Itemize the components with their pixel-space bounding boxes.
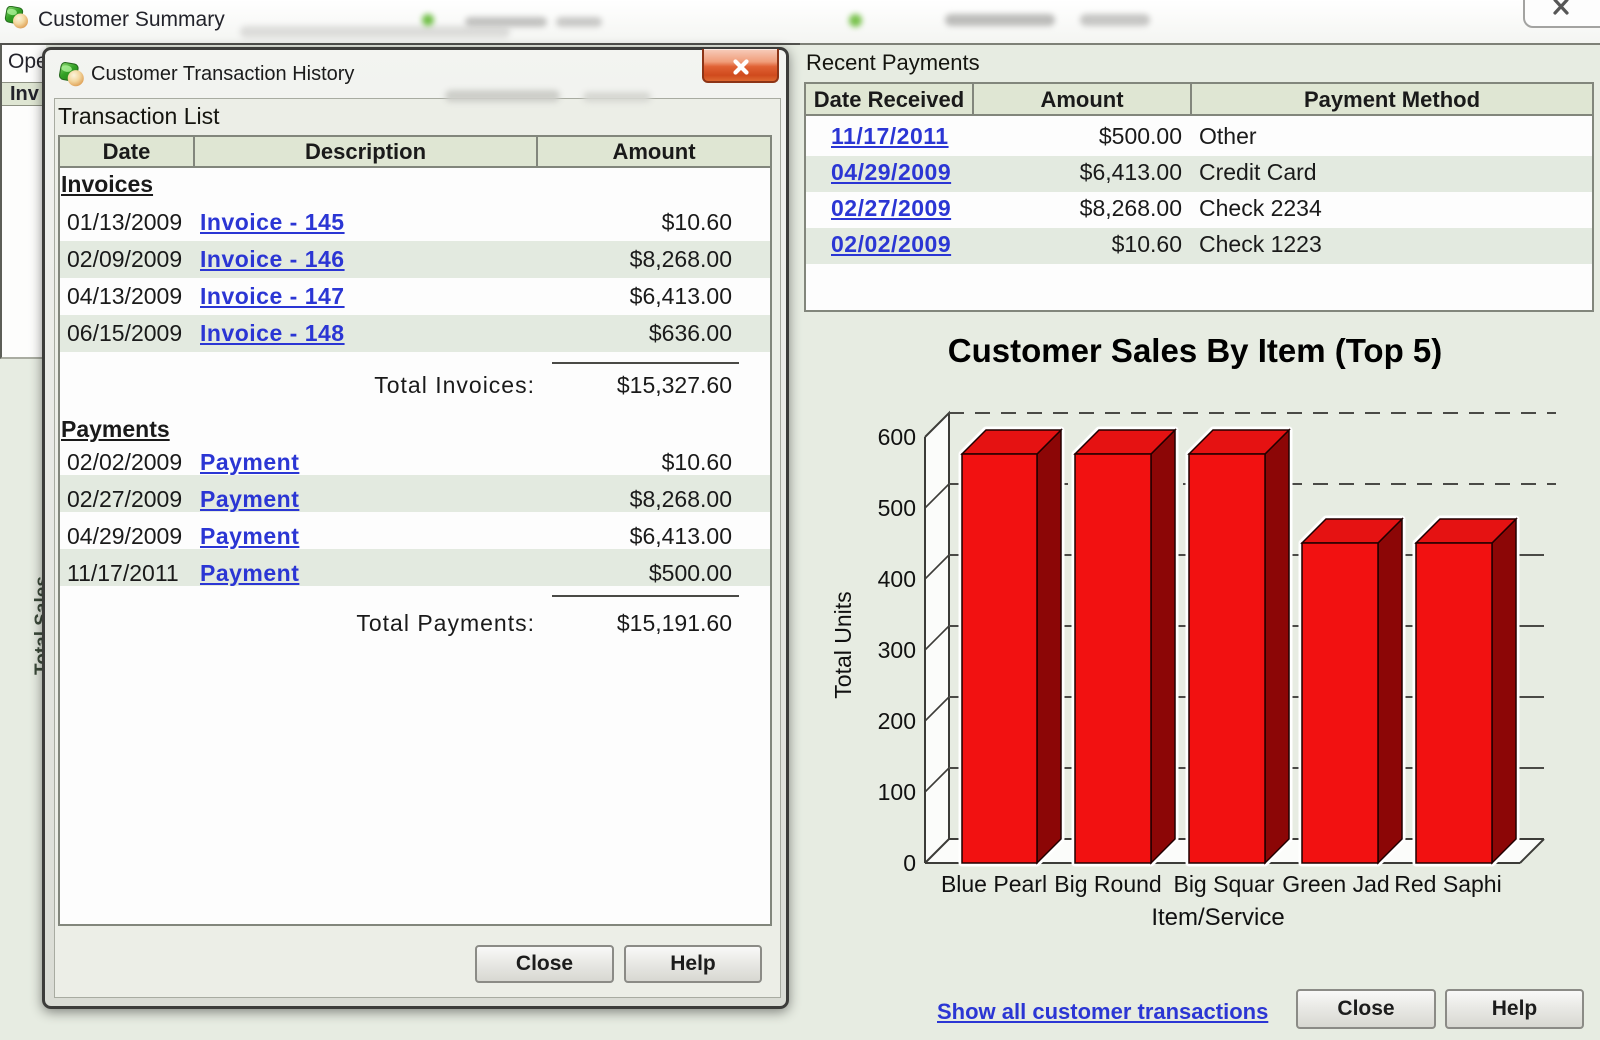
svg-text:300: 300 [878, 637, 916, 663]
svg-text:400: 400 [878, 566, 916, 592]
svg-text:600: 600 [878, 424, 916, 450]
svg-text:Red Saphi: Red Saphi [1394, 871, 1501, 897]
svg-text:200: 200 [878, 708, 916, 734]
svg-text:Blue Pearl: Blue Pearl [941, 871, 1047, 897]
svg-text:Big Squar: Big Squar [1173, 871, 1274, 897]
svg-text:500: 500 [878, 495, 916, 521]
svg-text:Item/Service: Item/Service [1151, 904, 1284, 931]
svg-text:100: 100 [878, 779, 916, 805]
svg-text:0: 0 [903, 850, 916, 876]
svg-text:Big Round: Big Round [1054, 871, 1161, 897]
svg-text:Total Units: Total Units [830, 591, 856, 698]
svg-text:Green Jad: Green Jad [1282, 871, 1389, 897]
